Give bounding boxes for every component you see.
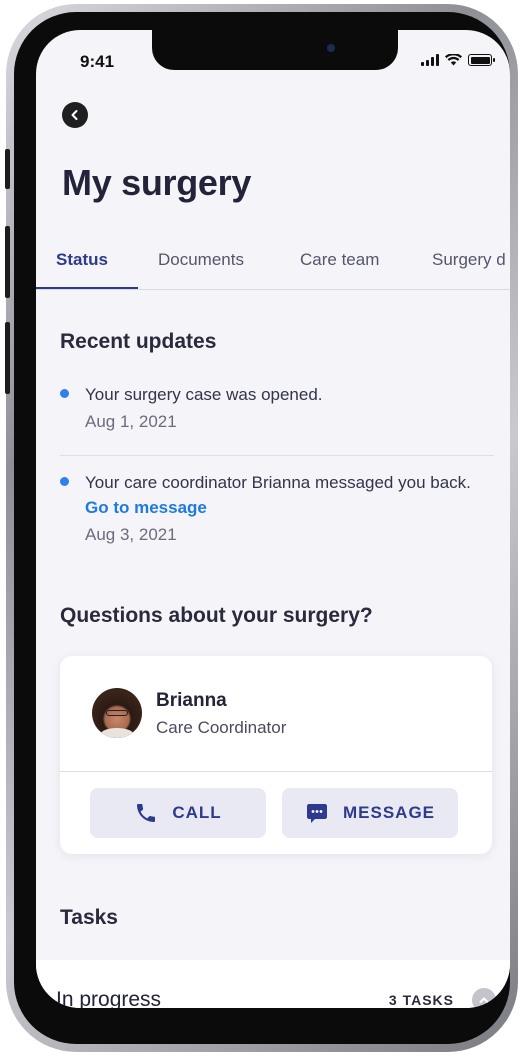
task-group-label: In progress xyxy=(56,988,162,1008)
status-time: 9:41 xyxy=(80,52,115,71)
tab-status[interactable]: Status xyxy=(56,250,108,270)
chevron-up-icon xyxy=(479,997,489,1003)
silent-switch xyxy=(5,149,10,189)
notch xyxy=(152,30,398,70)
call-label: CALL xyxy=(172,803,222,822)
phone-icon xyxy=(137,804,156,822)
update-item: Your care coordinator Brianna messaged y… xyxy=(60,470,496,545)
battery-icon xyxy=(468,54,495,66)
contact-name: Brianna xyxy=(156,690,227,711)
back-arrow-icon xyxy=(71,110,78,120)
signal-icon xyxy=(421,54,439,66)
back-button[interactable] xyxy=(62,102,88,128)
message-bubble-icon xyxy=(306,804,327,823)
status-icons xyxy=(421,54,495,66)
tab-care-team[interactable]: Care team xyxy=(300,250,379,270)
update-date: Aug 3, 2021 xyxy=(85,525,177,544)
volume-up-button xyxy=(5,226,10,298)
task-count-badge: 3 TASKS xyxy=(388,992,454,1008)
active-tab-indicator xyxy=(36,287,138,289)
update-text: Your care coordinator Brianna messaged y… xyxy=(85,473,471,492)
wifi-icon xyxy=(445,54,462,66)
card-divider xyxy=(60,771,492,772)
unread-dot-icon xyxy=(60,477,69,486)
contact-card: Brianna Care Coordinator CALL MESSAGE xyxy=(60,656,492,854)
tab-bar: Status Documents Care team Surgery d xyxy=(36,240,510,290)
tasks-in-progress-row[interactable]: In progress 3 TASKS xyxy=(36,960,510,1008)
tab-surgery-details[interactable]: Surgery d xyxy=(432,250,506,270)
avatar xyxy=(92,688,142,738)
message-button[interactable]: MESSAGE xyxy=(282,788,458,838)
call-button[interactable]: CALL xyxy=(90,788,266,838)
go-to-message-link[interactable]: Go to message xyxy=(85,498,207,517)
update-divider xyxy=(60,455,494,456)
recent-updates-title: Recent updates xyxy=(60,330,217,353)
contact-role: Care Coordinator xyxy=(156,718,287,737)
volume-down-button xyxy=(5,322,10,394)
questions-title: Questions about your surgery? xyxy=(60,604,373,627)
collapse-button[interactable] xyxy=(472,988,496,1008)
page-title: My surgery xyxy=(62,162,252,203)
tab-documents[interactable]: Documents xyxy=(158,250,244,270)
tasks-title: Tasks xyxy=(60,906,118,929)
phone-device: 9:41 My surgery Status Documents Care te… xyxy=(5,4,518,1052)
update-text-wrapper: Your care coordinator Brianna messaged y… xyxy=(85,470,496,520)
unread-dot-icon xyxy=(60,389,69,398)
update-item: Your surgery case was opened. Aug 1, 202… xyxy=(60,382,496,432)
update-text: Your surgery case was opened. xyxy=(85,385,323,404)
camera xyxy=(327,44,335,52)
message-label: MESSAGE xyxy=(342,803,436,822)
app-screen: 9:41 My surgery Status Documents Care te… xyxy=(36,30,510,1008)
update-date: Aug 1, 2021 xyxy=(85,412,177,431)
